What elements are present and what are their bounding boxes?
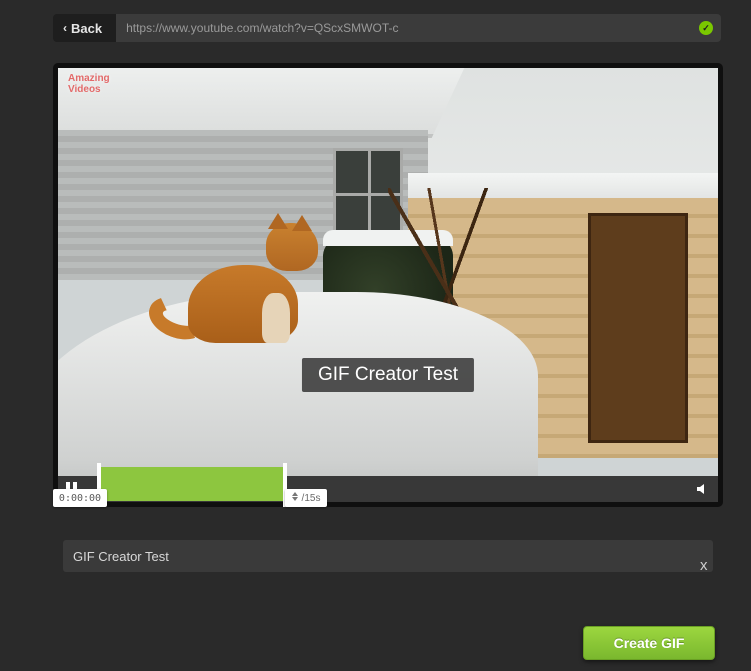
video-frame: Amazing Videos GIF Creator Test — [53, 63, 723, 507]
close-button[interactable]: x — [700, 557, 708, 574]
chevron-up-icon[interactable] — [292, 492, 298, 496]
duration-box[interactable]: /15s — [285, 489, 327, 507]
url-text: https://www.youtube.com/watch?v=QScxSMWO… — [126, 21, 398, 35]
chevron-left-icon: ‹ — [63, 21, 67, 35]
top-bar: ‹ Back https://www.youtube.com/watch?v=Q… — [53, 14, 721, 42]
overlay-caption: GIF Creator Test — [302, 358, 474, 392]
chevron-down-icon[interactable] — [292, 497, 298, 501]
check-icon: ✓ — [699, 21, 713, 35]
volume-icon[interactable] — [696, 482, 710, 496]
back-button[interactable]: ‹ Back — [53, 14, 116, 42]
scene-garage-door — [588, 213, 688, 443]
start-time-box[interactable]: 0:00:00 — [53, 489, 107, 507]
duration-stepper[interactable] — [292, 492, 300, 504]
create-gif-button[interactable]: Create GIF — [583, 626, 715, 660]
timeline-scrubber[interactable]: 0:00:00 /15s — [53, 463, 323, 507]
video-preview[interactable]: Amazing Videos GIF Creator Test — [58, 68, 718, 502]
scene-roof — [58, 68, 464, 138]
trim-range[interactable] — [101, 467, 283, 501]
duration-label: /15s — [302, 493, 321, 504]
back-label: Back — [71, 21, 102, 36]
url-input[interactable]: https://www.youtube.com/watch?v=QScxSMWO… — [116, 14, 721, 42]
scene-cat — [178, 213, 318, 343]
caption-input[interactable] — [63, 540, 713, 572]
video-watermark: Amazing Videos — [68, 74, 110, 95]
